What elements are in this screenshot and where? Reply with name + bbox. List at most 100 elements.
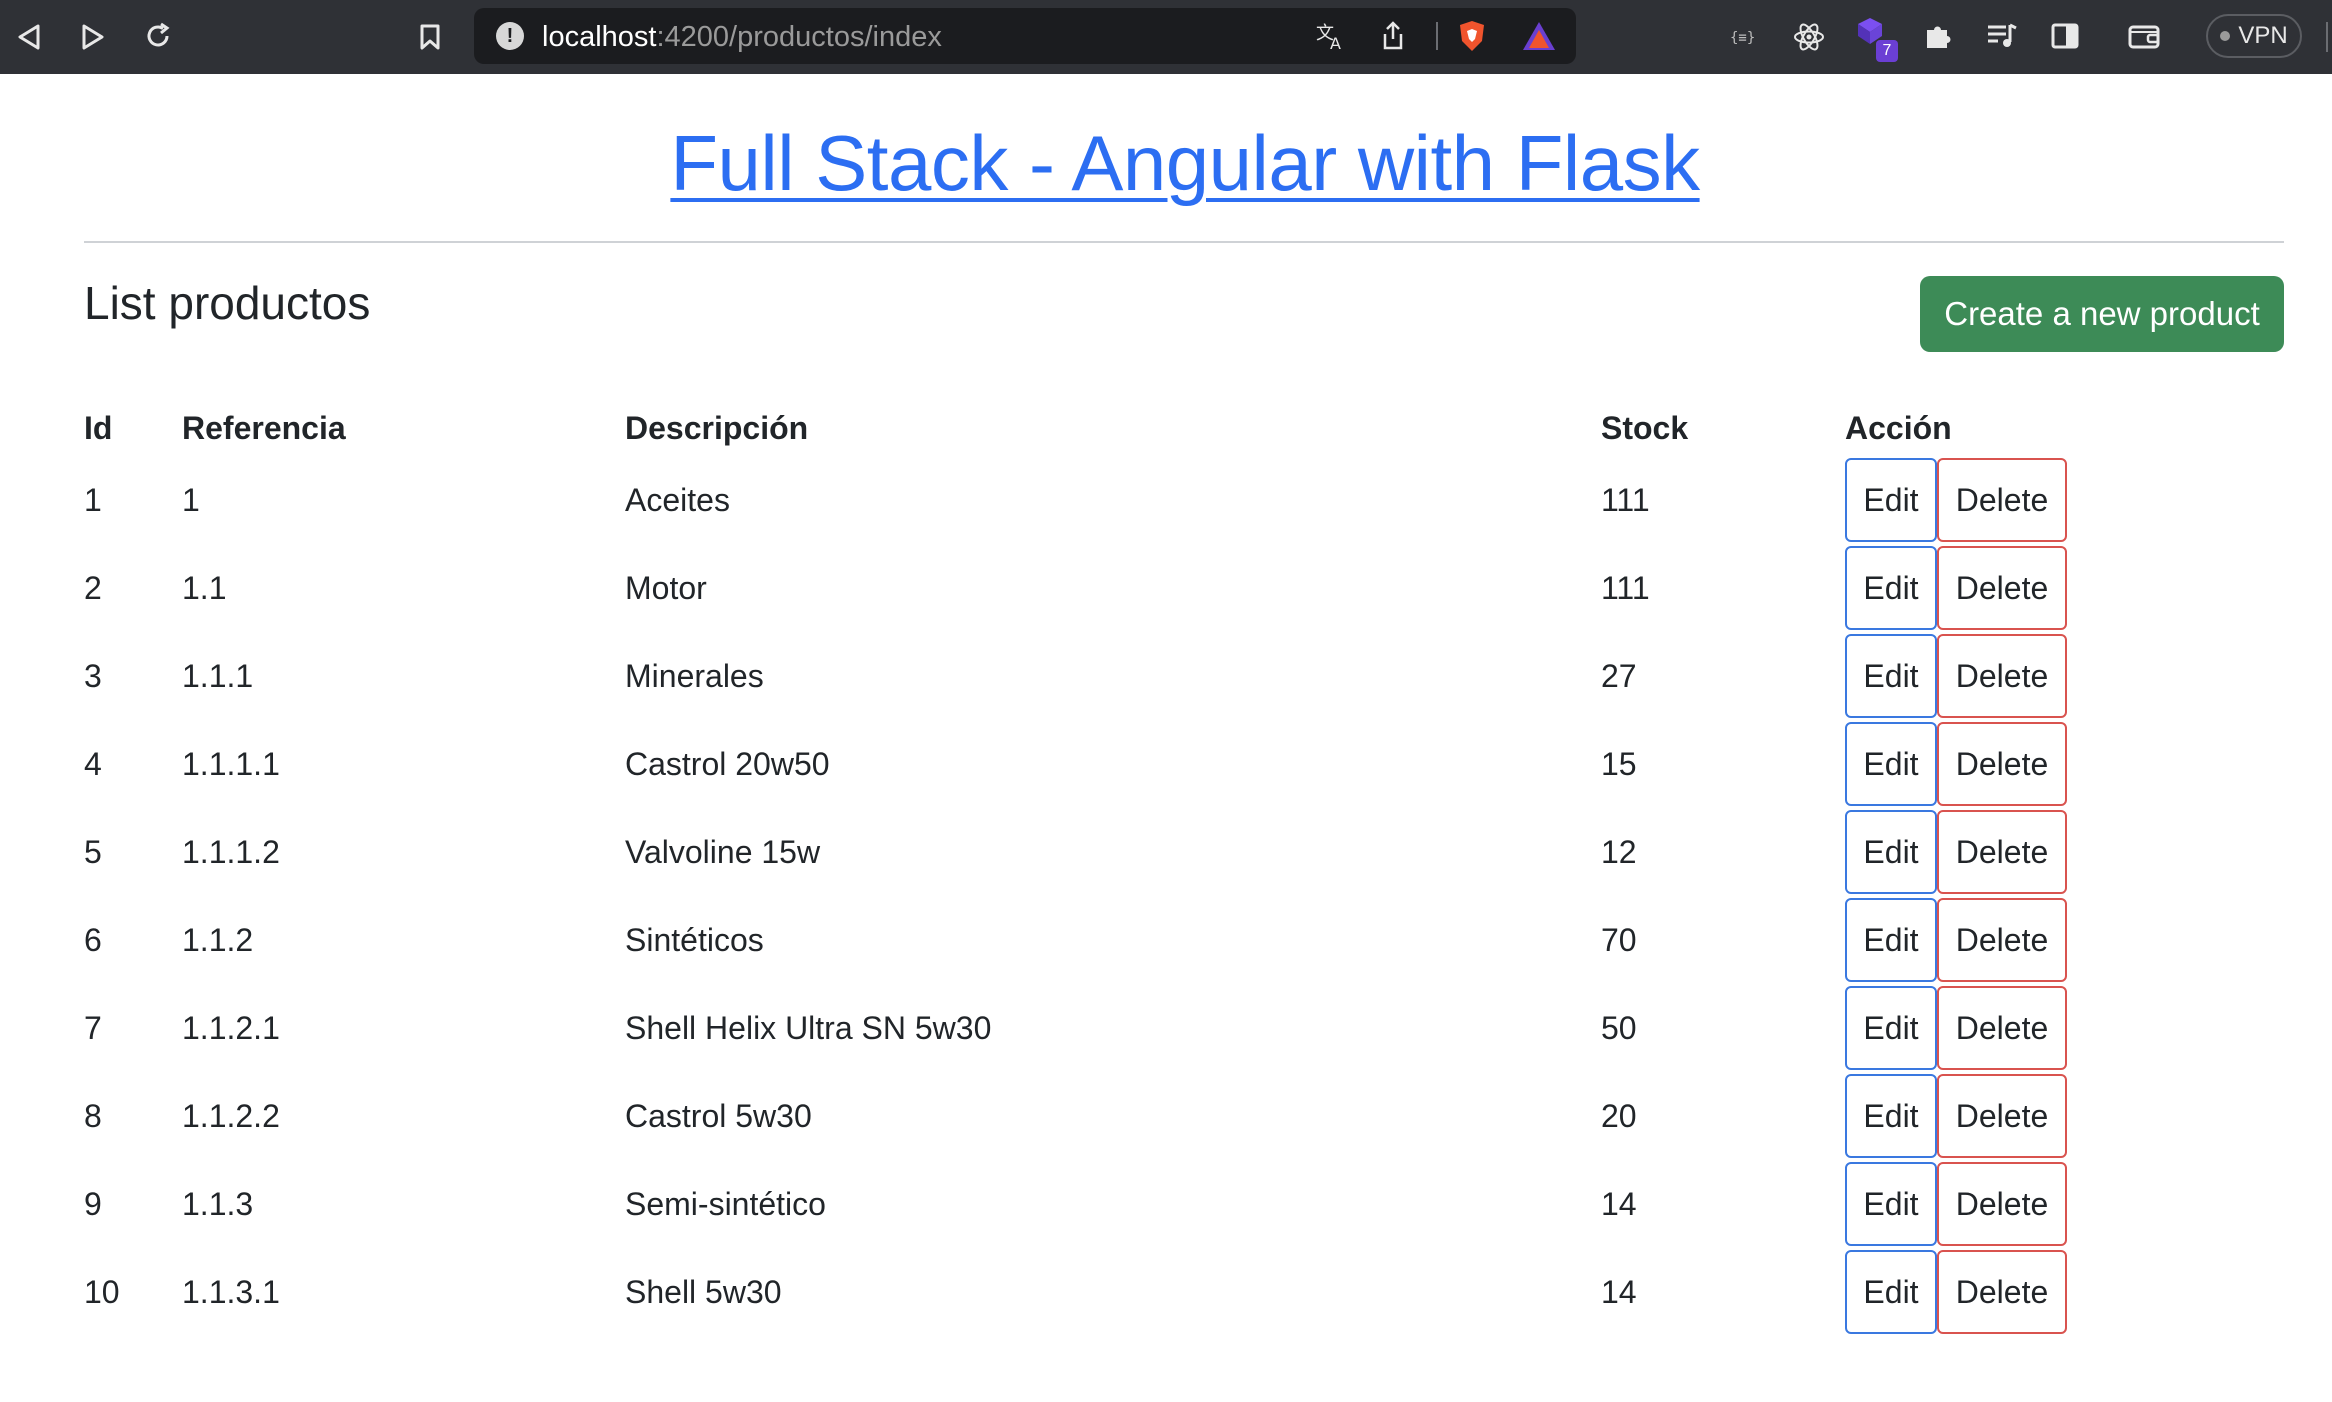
edit-button[interactable]: Edit <box>1845 1250 1937 1334</box>
extension-badge: 7 <box>1876 40 1898 62</box>
site-info-icon[interactable]: ! <box>496 22 524 50</box>
edit-button[interactable]: Edit <box>1845 1162 1937 1246</box>
brave-shields-icon[interactable] <box>1454 18 1490 54</box>
edit-button[interactable]: Edit <box>1845 1074 1937 1158</box>
cell-referencia: 1.1.1.1 <box>182 745 280 782</box>
vpn-button[interactable]: VPN <box>2206 14 2302 58</box>
toolbar-overflow-edge <box>2326 22 2328 52</box>
table-row: 7 1.1.2.1 Shell Helix Ultra SN 5w30 50 Edit D… <box>84 984 2145 1072</box>
table-row: 10 1.1.3.1 Shell 5w30 14 Edit Delete <box>84 1248 2145 1336</box>
delete-button[interactable]: Delete <box>1937 722 2067 806</box>
url-separator <box>1436 22 1438 50</box>
table-row: 9 1.1.3 Semi-sintético 14 Edit Delete <box>84 1160 2145 1248</box>
back-icon[interactable] <box>12 20 46 54</box>
cell-accion: Edit Delete <box>1845 544 2145 632</box>
divider <box>84 241 2284 243</box>
cell-stock: 14 <box>1601 1185 1637 1222</box>
table-row: 6 1.1.2 Sintéticos 70 Edit Delete <box>84 896 2145 984</box>
table-row: 4 1.1.1.1 Castrol 20w50 15 Edit Delete <box>84 720 2145 808</box>
edit-button[interactable]: Edit <box>1845 722 1937 806</box>
table-row: 8 1.1.2.2 Castrol 5w30 20 Edit Delete <box>84 1072 2145 1160</box>
table-row: 2 1.1 Motor 111 Edit Delete <box>84 544 2145 632</box>
cell-referencia: 1.1.1.2 <box>182 833 280 870</box>
cell-referencia: 1.1.3.1 <box>182 1273 280 1310</box>
cell-referencia: 1.1.2.2 <box>182 1097 280 1134</box>
cell-id: 7 <box>84 1009 102 1046</box>
cell-descripcion: Aceites <box>625 481 730 518</box>
browser-toolbar: ! localhost:4200/productos/index 文A {≡} … <box>0 0 2332 74</box>
header-stock: Stock <box>1601 409 1689 446</box>
share-icon[interactable] <box>1378 20 1408 52</box>
cell-id: 3 <box>84 657 102 694</box>
edit-button[interactable]: Edit <box>1845 898 1937 982</box>
edit-button[interactable]: Edit <box>1845 634 1937 718</box>
cell-referencia: 1.1 <box>182 569 227 606</box>
bookmark-icon[interactable] <box>414 20 446 54</box>
wallet-connect-icon[interactable]: {≡} <box>1728 22 1762 52</box>
edit-button[interactable]: Edit <box>1845 458 1937 542</box>
cell-id: 6 <box>84 921 102 958</box>
delete-button[interactable]: Delete <box>1937 810 2067 894</box>
extensions-puzzle-icon[interactable] <box>1920 18 1956 54</box>
cell-accion: Edit Delete <box>1845 1248 2145 1336</box>
products-table: Id Referencia Descripción Stock Acción 1… <box>84 400 2145 1336</box>
header-descripcion: Descripción <box>625 409 809 446</box>
cell-stock: 111 <box>1601 569 1650 606</box>
create-product-button[interactable]: Create a new product <box>1920 276 2284 352</box>
delete-button[interactable]: Delete <box>1937 1250 2067 1334</box>
cell-referencia: 1.1.1 <box>182 657 254 694</box>
delete-button[interactable]: Delete <box>1937 898 2067 982</box>
svg-text:A: A <box>1330 34 1341 51</box>
cell-stock: 70 <box>1601 921 1637 958</box>
reload-icon[interactable] <box>140 18 176 54</box>
wallet-icon[interactable] <box>2126 20 2164 52</box>
cell-stock: 50 <box>1601 1009 1637 1046</box>
edit-button[interactable]: Edit <box>1845 546 1937 630</box>
cell-descripcion: Semi-sintético <box>625 1185 826 1222</box>
cell-referencia: 1.1.2.1 <box>182 1009 280 1046</box>
cell-descripcion: Motor <box>625 569 707 606</box>
edit-button[interactable]: Edit <box>1845 986 1937 1070</box>
delete-button[interactable]: Delete <box>1937 634 2067 718</box>
edit-button[interactable]: Edit <box>1845 810 1937 894</box>
cell-id: 5 <box>84 833 102 870</box>
forward-icon[interactable] <box>76 20 110 54</box>
extension-cube-icon[interactable]: 7 <box>1854 16 1900 64</box>
delete-button[interactable]: Delete <box>1937 458 2067 542</box>
cell-accion: Edit Delete <box>1845 456 2145 544</box>
cell-referencia: 1.1.2 <box>182 921 254 958</box>
cell-accion: Edit Delete <box>1845 632 2145 720</box>
url-text[interactable]: localhost:4200/productos/index <box>542 21 942 54</box>
cell-id: 1 <box>84 481 102 518</box>
cell-id: 4 <box>84 745 102 782</box>
page-title-link[interactable]: Full Stack - Angular with Flask <box>0 118 2332 209</box>
playlist-icon[interactable] <box>1984 18 2020 54</box>
cell-stock: 12 <box>1601 833 1637 870</box>
translate-icon[interactable]: 文A <box>1314 20 1348 52</box>
cell-stock: 15 <box>1601 745 1637 782</box>
cell-stock: 27 <box>1601 657 1637 694</box>
cell-descripcion: Castrol 20w50 <box>625 745 830 782</box>
cell-accion: Edit Delete <box>1845 1072 2145 1160</box>
table-header-row: Id Referencia Descripción Stock Acción <box>84 400 2145 456</box>
cell-accion: Edit Delete <box>1845 984 2145 1072</box>
sidebar-toggle-icon[interactable] <box>2048 20 2082 52</box>
cell-referencia: 1 <box>182 481 200 518</box>
delete-button[interactable]: Delete <box>1937 1074 2067 1158</box>
cell-descripcion: Shell 5w30 <box>625 1273 782 1310</box>
cell-stock: 20 <box>1601 1097 1637 1134</box>
cell-accion: Edit Delete <box>1845 720 2145 808</box>
cell-accion: Edit Delete <box>1845 896 2145 984</box>
delete-button[interactable]: Delete <box>1937 986 2067 1070</box>
cell-id: 8 <box>84 1097 102 1134</box>
cell-descripcion: Shell Helix Ultra SN 5w30 <box>625 1009 992 1046</box>
cell-stock: 14 <box>1601 1273 1637 1310</box>
table-row: 1 1 Aceites 111 Edit Delete <box>84 456 2145 544</box>
brave-rewards-icon[interactable] <box>1520 18 1558 54</box>
delete-button[interactable]: Delete <box>1937 1162 2067 1246</box>
react-devtools-icon[interactable] <box>1790 18 1828 56</box>
address-bar[interactable]: ! localhost:4200/productos/index 文A <box>474 8 1576 64</box>
cell-id: 9 <box>84 1185 102 1222</box>
delete-button[interactable]: Delete <box>1937 546 2067 630</box>
header-accion: Acción <box>1845 409 1952 446</box>
